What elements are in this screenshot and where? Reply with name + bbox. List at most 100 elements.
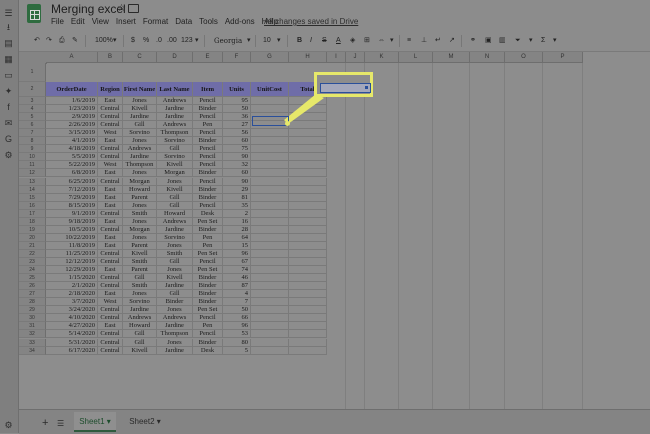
table-cell[interactable]: Pen — [193, 233, 223, 242]
table-cell[interactable]: Howard — [123, 322, 157, 331]
table-cell[interactable]: Kivell — [157, 274, 193, 283]
table-cell[interactable]: 7/29/2019 — [46, 193, 98, 202]
table-cell[interactable]: Jones — [157, 266, 193, 275]
header-cell[interactable]: Last Name — [157, 82, 193, 97]
table-cell[interactable]: Howard — [123, 185, 157, 194]
row-header[interactable]: 18 — [19, 217, 46, 226]
table-cell[interactable]: 80 — [223, 338, 251, 347]
column-header-h[interactable]: H — [289, 52, 327, 63]
table-cell[interactable]: 74 — [223, 266, 251, 275]
table-cell[interactable]: 81 — [223, 193, 251, 202]
window-icon[interactable]: ▭ — [3, 70, 14, 81]
table-cell[interactable]: Central — [98, 249, 123, 258]
table-cell[interactable] — [289, 282, 327, 291]
table-cell[interactable]: Jones — [123, 201, 157, 210]
table-cell[interactable]: Sorvino — [123, 298, 157, 307]
table-cell[interactable]: 1/15/2020 — [46, 274, 98, 283]
table-cell[interactable]: Central — [98, 282, 123, 291]
table-cell[interactable]: Binder — [193, 137, 223, 146]
table-cell[interactable]: 5/14/2020 — [46, 330, 98, 339]
column-header-g[interactable]: G — [251, 52, 289, 63]
table-cell[interactable] — [289, 346, 327, 355]
row-header[interactable]: 1 — [19, 63, 46, 82]
row-header[interactable]: 6 — [19, 121, 46, 130]
table-cell[interactable]: 96 — [223, 322, 251, 331]
column-header-k[interactable]: K — [365, 52, 399, 63]
row-header[interactable]: 16 — [19, 201, 46, 210]
table-cell[interactable]: Jardine — [157, 282, 193, 291]
table-cell[interactable]: Kivell — [123, 346, 157, 355]
table-cell[interactable] — [251, 330, 289, 339]
table-cell[interactable]: 6/17/2020 — [46, 346, 98, 355]
table-cell[interactable]: 6/25/2019 — [46, 177, 98, 186]
row-header[interactable]: 9 — [19, 145, 46, 154]
table-cell[interactable]: Pencil — [193, 177, 223, 186]
table-cell[interactable]: 4/10/2020 — [46, 314, 98, 323]
table-cell[interactable] — [289, 290, 327, 299]
table-cell[interactable]: 56 — [223, 129, 251, 138]
menu-data[interactable]: Data — [175, 17, 192, 29]
table-cell[interactable]: Parent — [123, 241, 157, 250]
table-cell[interactable]: Smith — [123, 209, 157, 218]
row-header[interactable]: 25 — [19, 274, 46, 283]
table-cell[interactable]: Gill — [157, 201, 193, 210]
table-cell[interactable] — [251, 193, 289, 202]
table-cell[interactable] — [289, 322, 327, 331]
table-cell[interactable]: East — [98, 217, 123, 226]
row-header[interactable]: 27 — [19, 290, 46, 299]
table-cell[interactable] — [289, 233, 327, 242]
table-cell[interactable]: Binder — [193, 274, 223, 283]
table-cell[interactable]: Desk — [193, 209, 223, 218]
table-cell[interactable] — [251, 129, 289, 138]
table-cell[interactable]: Morgan — [123, 225, 157, 234]
table-cell[interactable]: 11/25/2019 — [46, 249, 98, 258]
row-header[interactable]: 29 — [19, 306, 46, 315]
table-cell[interactable]: 64 — [223, 233, 251, 242]
table-cell[interactable]: Andrews — [123, 145, 157, 154]
table-cell[interactable]: Jardine — [157, 225, 193, 234]
table-cell[interactable]: 50 — [223, 306, 251, 315]
column-header-d[interactable]: D — [157, 52, 193, 63]
row-header[interactable]: 2 — [19, 82, 46, 97]
tab-sheet1[interactable]: Sheet1 ▾ — [74, 412, 116, 432]
row-header[interactable]: 14 — [19, 185, 46, 194]
table-cell[interactable]: 5 — [223, 346, 251, 355]
row-header[interactable]: 24 — [19, 266, 46, 275]
table-cell[interactable]: East — [98, 201, 123, 210]
table-cell[interactable] — [289, 161, 327, 170]
table-cell[interactable]: 60 — [223, 137, 251, 146]
table-cell[interactable]: Pen — [193, 241, 223, 250]
more-formats-button[interactable]: 123 — [181, 37, 193, 45]
gear-icon[interactable]: ⚙ — [3, 420, 14, 431]
table-cell[interactable]: 4/1/2019 — [46, 137, 98, 146]
table-cell[interactable]: 5/22/2019 — [46, 161, 98, 170]
row-header[interactable]: 32 — [19, 330, 46, 339]
column-header-a[interactable]: A — [46, 52, 98, 63]
font-size-select[interactable]: 10 — [263, 37, 271, 45]
table-cell[interactable]: Thompson — [157, 129, 193, 138]
table-cell[interactable] — [289, 153, 327, 162]
column-header-o[interactable]: O — [505, 52, 543, 63]
table-cell[interactable]: 6/8/2019 — [46, 169, 98, 178]
column-header-b[interactable]: B — [98, 52, 123, 63]
text-color-button[interactable]: A — [336, 37, 341, 45]
table-cell[interactable]: Binder — [193, 290, 223, 299]
table-cell[interactable] — [251, 249, 289, 258]
table-cell[interactable]: Pencil — [193, 153, 223, 162]
table-cell[interactable]: Pencil — [193, 201, 223, 210]
menu-edit[interactable]: Edit — [71, 17, 85, 29]
table-cell[interactable] — [289, 209, 327, 218]
table-cell[interactable]: West — [98, 161, 123, 170]
table-cell[interactable]: Sorvino — [157, 233, 193, 242]
table-cell[interactable]: 9/18/2019 — [46, 217, 98, 226]
table-cell[interactable]: Central — [98, 346, 123, 355]
row-header[interactable]: 13 — [19, 177, 46, 186]
row-header[interactable]: 19 — [19, 225, 46, 234]
twitter-icon[interactable]: ✦ — [3, 86, 14, 97]
table-cell[interactable]: Sorvino — [157, 153, 193, 162]
table-cell[interactable] — [251, 225, 289, 234]
table-cell[interactable]: Jones — [123, 137, 157, 146]
table-cell[interactable]: Jones — [157, 306, 193, 315]
table-cell[interactable]: Binder — [193, 225, 223, 234]
table-cell[interactable]: Central — [98, 177, 123, 186]
